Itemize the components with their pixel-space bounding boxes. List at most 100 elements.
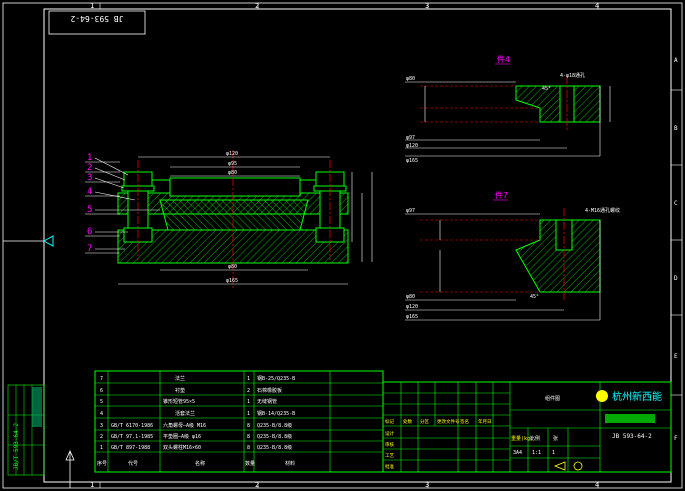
bom-name: 法兰 bbox=[175, 375, 185, 382]
bom-material: Q235-B/8.8级 bbox=[257, 444, 292, 451]
top-tube bbox=[169, 177, 301, 197]
bom-qty: 2 bbox=[247, 388, 250, 394]
dim-d80: φ80 bbox=[228, 170, 237, 176]
sign-cell: 分区 bbox=[420, 418, 429, 425]
p4-d80: φ80 bbox=[406, 76, 415, 82]
sign-cell: 处数 bbox=[403, 418, 412, 425]
border-letter: F bbox=[674, 435, 678, 442]
drawing-number-rotated: JB 593-64-2 bbox=[70, 14, 123, 23]
p7-d80: φ80 bbox=[406, 294, 415, 300]
dim-d80b: φ80 bbox=[228, 264, 237, 270]
bom-header-material: 材料 bbox=[285, 460, 295, 467]
bom-no: 4 bbox=[100, 411, 103, 417]
border-number: 2 bbox=[255, 2, 259, 10]
assembly-name: 组件图 bbox=[545, 395, 560, 402]
bom-header-qty: 数量 bbox=[245, 460, 255, 467]
p7-angle: 45° bbox=[530, 294, 539, 300]
centering-mark-left bbox=[42, 235, 54, 247]
sign-cell: 标记 bbox=[385, 418, 394, 425]
bom-qty: 1 bbox=[247, 376, 250, 382]
bom-qty: 1 bbox=[247, 411, 250, 417]
projection-symbol-icon bbox=[553, 461, 566, 471]
border-number: 4 bbox=[595, 2, 599, 10]
p4-angle: 45° bbox=[542, 86, 551, 92]
sheet-label: 张 bbox=[553, 435, 558, 442]
bom-no: 6 bbox=[100, 388, 103, 394]
company-logo-icon bbox=[596, 390, 608, 402]
sign-cell: 签名 bbox=[460, 418, 469, 425]
bom-no: 7 bbox=[100, 376, 103, 382]
title-block: 杭州新西能 组件图 JB 593-64-2 3A4 1:1 1 重量(kg) 比… bbox=[382, 381, 672, 473]
border-letters: A B C D E F bbox=[674, 57, 678, 442]
border-letter: E bbox=[674, 353, 678, 360]
scale-value: 1:1 bbox=[532, 450, 541, 456]
bom-qty: 8 bbox=[247, 434, 250, 440]
assembly-view: φ120 φ95 φ80 φ80 φ165 bbox=[117, 150, 373, 290]
dim-d120: φ120 bbox=[226, 151, 238, 157]
border-number: 1 bbox=[90, 2, 94, 10]
bom-material: 钢B-14/Q235-B bbox=[257, 410, 295, 417]
bom-qty: 8 bbox=[247, 423, 250, 429]
bom-no: 5 bbox=[100, 399, 103, 405]
bom-code: GB/T 6170-1986 bbox=[111, 423, 153, 429]
callout-6: 6 bbox=[87, 227, 92, 237]
design-row: 设计 bbox=[385, 430, 394, 437]
p7-d120: φ120 bbox=[406, 304, 418, 310]
border-number: 3 bbox=[425, 2, 429, 10]
bom-rows: 7 法兰 1 钢B-25/Q235-B 6 衬垫 2 石棉橡胶板 5 锥形短管9… bbox=[97, 375, 295, 467]
bom-no: 3 bbox=[100, 423, 103, 429]
border-number: 1 bbox=[90, 481, 94, 489]
sheet-value: 1 bbox=[552, 450, 555, 456]
bom-code: GB/T 97.1-1985 bbox=[111, 434, 153, 440]
p7-d97: φ97 bbox=[406, 208, 415, 214]
callout-1: 1 bbox=[87, 153, 92, 163]
callout-4: 4 bbox=[87, 187, 92, 197]
bom-material: 无缝钢管 bbox=[257, 398, 277, 405]
scale-label: 比例 bbox=[530, 435, 540, 442]
p7-note: 4-M16通孔螺纹 bbox=[585, 207, 620, 214]
border-number: 4 bbox=[595, 481, 599, 489]
p4-d165: φ165 bbox=[406, 158, 418, 164]
dim-d165: φ165 bbox=[226, 278, 238, 284]
bom-header-name: 名称 bbox=[195, 460, 205, 467]
format-size: 3A4 bbox=[513, 450, 522, 456]
cad-drawing-canvas[interactable]: 1 2 3 4 1 2 3 4 A B C D E F JB 593-64-2 … bbox=[0, 0, 685, 491]
border-letter: B bbox=[674, 125, 678, 132]
bom-table bbox=[94, 370, 384, 473]
bom-name: 锥形短管95×5 bbox=[163, 398, 195, 405]
bom-name: 六角螺母—A级 M16 bbox=[163, 422, 206, 429]
border-letter: D bbox=[674, 275, 678, 282]
drawing-svg: 1 2 3 4 1 2 3 4 A B C D E F JB 593-64-2 … bbox=[2, 2, 683, 489]
side-stamp-text: JB/T 593-64-2 bbox=[13, 423, 20, 470]
bom-no: 2 bbox=[100, 434, 103, 440]
bom-material: 钢B-25/Q235-B bbox=[257, 375, 295, 382]
callout-5: 5 bbox=[87, 205, 92, 215]
part-callouts: 1 2 3 4 5 6 7 bbox=[87, 153, 92, 254]
bom-name: 活套法兰 bbox=[175, 410, 195, 417]
bom-name: 双头螺柱M16×60 bbox=[163, 444, 201, 451]
callout-7: 7 bbox=[87, 244, 92, 254]
callout-3: 3 bbox=[87, 173, 92, 183]
design-row: 批准 bbox=[385, 463, 394, 470]
border-number: 3 bbox=[425, 481, 429, 489]
company-name: 杭州新西能 bbox=[612, 390, 662, 403]
bom-name: 衬垫 bbox=[175, 387, 185, 394]
side-stamp-fill bbox=[32, 387, 42, 427]
p7-d165: φ165 bbox=[406, 314, 418, 320]
bom-code: GB/T 897-1988 bbox=[111, 445, 150, 451]
border-number: 2 bbox=[255, 481, 259, 489]
detail-part-4: 件4 φ80 φ97 φ120 φ165 45° 4-φ18通孔 bbox=[405, 54, 611, 164]
bom-material: Q235-B/8.8级 bbox=[257, 422, 292, 429]
bom-header-code: 代号 bbox=[128, 460, 138, 467]
dim-d95: φ95 bbox=[228, 161, 237, 167]
bom-qty: 8 bbox=[247, 445, 250, 451]
bom-material: 石棉橡胶板 bbox=[257, 387, 282, 394]
sign-cell: 更改文件号 bbox=[437, 418, 460, 425]
bom-header-no: 序号 bbox=[97, 460, 107, 467]
drawing-number: JB 593-64-2 bbox=[612, 433, 652, 440]
callout-2: 2 bbox=[87, 163, 92, 173]
bom-material: Q235-B/8.8级 bbox=[257, 433, 292, 440]
bom-qty: 1 bbox=[247, 399, 250, 405]
part4-section bbox=[515, 85, 601, 123]
p4-note: 4-φ18通孔 bbox=[560, 72, 585, 79]
